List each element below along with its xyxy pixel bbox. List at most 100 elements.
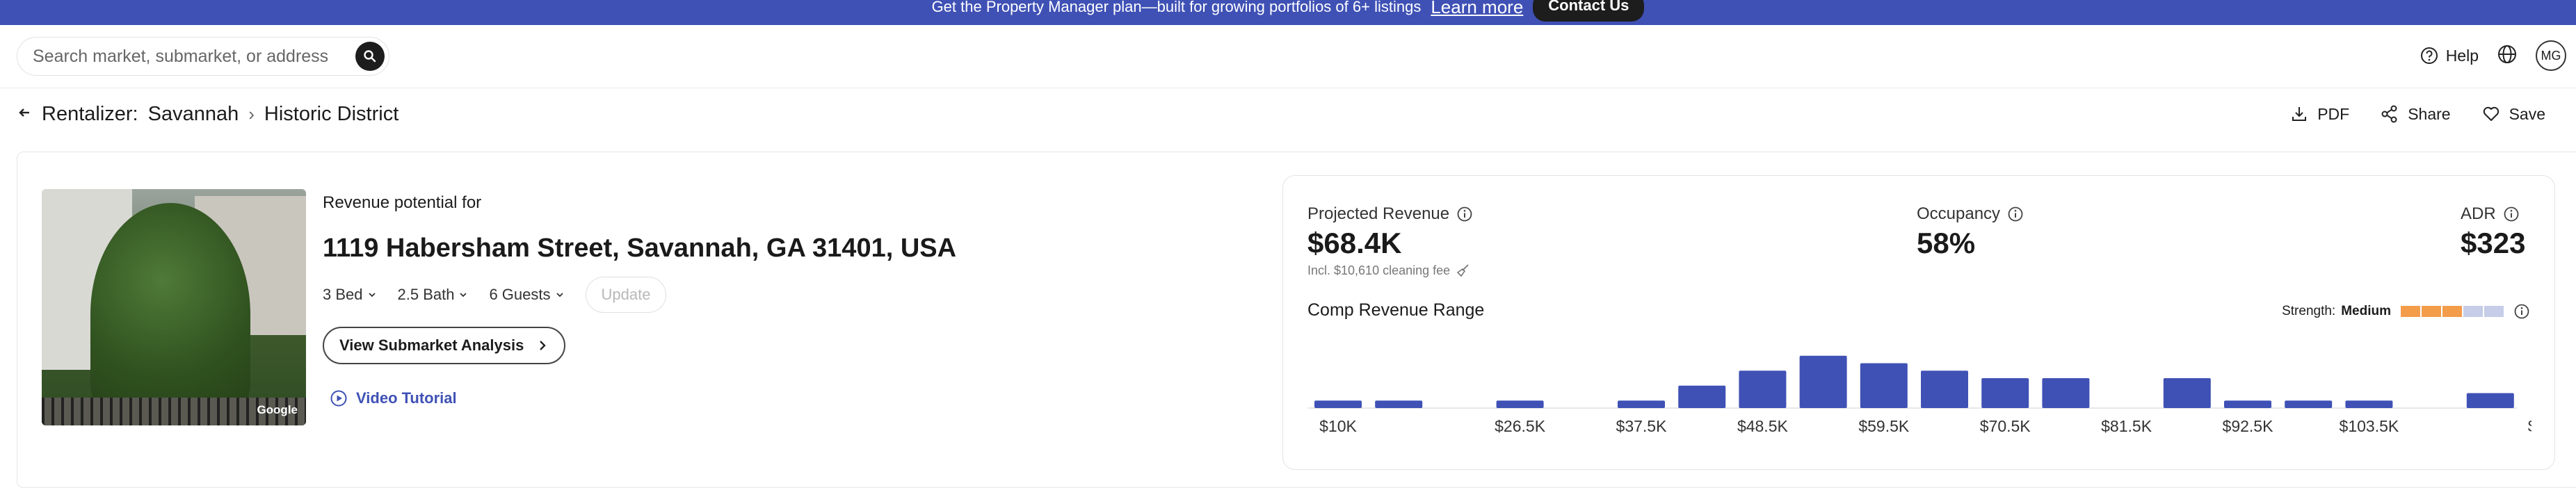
- arrow-left-icon: [19, 108, 29, 117]
- property-address: 1119 Habersham Street, Savannah, GA 3140…: [323, 234, 957, 263]
- update-button[interactable]: Update: [585, 277, 667, 313]
- language-button[interactable]: [2497, 44, 2518, 68]
- user-avatar[interactable]: MG: [2536, 40, 2566, 71]
- chart-bar[interactable]: [2163, 378, 2211, 408]
- chart-tick-label: $120K: [2528, 417, 2531, 435]
- chart-bar[interactable]: [2042, 378, 2090, 408]
- breadcrumb-market[interactable]: Savannah: [148, 103, 239, 126]
- breadcrumb-submarket[interactable]: Historic District: [264, 103, 399, 126]
- back-button[interactable]: [17, 103, 32, 126]
- projected-revenue-text: Projected Revenue: [1307, 204, 1450, 223]
- guests-select[interactable]: 6 Guests: [489, 286, 564, 304]
- video-tutorial-label: Video Tutorial: [356, 389, 457, 407]
- strength-segment: [2484, 306, 2504, 317]
- chart-bar[interactable]: [2285, 400, 2333, 408]
- chart-tick-label: $26.5K: [1495, 417, 1546, 435]
- chart-bar[interactable]: [1375, 400, 1423, 408]
- top-nav: Help MG: [0, 25, 2576, 88]
- chart-tick-label: $81.5K: [2101, 417, 2152, 435]
- chart-tick-label: $103.5K: [2340, 417, 2399, 435]
- strength-segment: [2401, 306, 2420, 317]
- help-button[interactable]: Help: [2420, 46, 2479, 65]
- chart-bar[interactable]: [1618, 400, 1665, 408]
- occupancy-label: Occupancy: [1917, 204, 2024, 224]
- globe-icon: [2498, 44, 2516, 63]
- contact-us-button[interactable]: Contact Us: [1533, 0, 1645, 22]
- chart-tick-label: $10K: [1319, 417, 1357, 435]
- share-label: Share: [2408, 104, 2451, 123]
- nav-right: Help MG: [2420, 40, 2566, 71]
- strength-value: Medium: [2341, 304, 2391, 318]
- comp-revenue-chart: $10K $26.5K $37.5K $48.5K $59.5K $70.5K $81.5K…: [1307, 355, 2531, 435]
- chart-bar[interactable]: [2224, 400, 2271, 408]
- pdf-label: PDF: [2317, 104, 2350, 123]
- adr-value: $323: [2461, 227, 2526, 259]
- learn-more-link[interactable]: Learn more: [1431, 0, 1523, 18]
- breadcrumb-root: Rentalizer:: [42, 103, 138, 125]
- breadcrumb-chevron-icon: ›: [248, 104, 255, 124]
- chart-bar[interactable]: [2466, 393, 2514, 409]
- save-label: Save: [2509, 104, 2545, 123]
- chart-tick-label: $37.5K: [1616, 417, 1668, 435]
- info-icon[interactable]: [2503, 206, 2520, 222]
- google-logo: Google: [257, 403, 298, 416]
- share-icon: [2381, 105, 2397, 123]
- chart-bar[interactable]: [1678, 385, 1726, 408]
- help-label: Help: [2445, 46, 2479, 65]
- adr-label: ADR: [2461, 204, 2520, 224]
- strength-segment: [2442, 306, 2462, 317]
- chart-bar[interactable]: [1739, 371, 1787, 408]
- chart-bar[interactable]: [1496, 400, 1544, 408]
- pdf-button[interactable]: PDF: [2289, 104, 2349, 124]
- property-selectors: 3 Bed 2.5 Bath 6 Guests Update: [323, 277, 667, 313]
- strength-segment: [2463, 306, 2483, 317]
- info-icon[interactable]: [2007, 206, 2024, 222]
- chart-bar[interactable]: [1981, 378, 2029, 408]
- guests-value: 6 Guests: [489, 286, 551, 303]
- beds-value: 3 Bed: [323, 286, 363, 303]
- broom-icon: [1456, 264, 1469, 277]
- chevron-right-icon: [540, 341, 547, 350]
- play-circle-icon: [330, 390, 347, 407]
- cleaning-fee-note: Incl. $10,610 cleaning fee: [1307, 263, 1471, 278]
- chart-tick-label: $92.5K: [2223, 417, 2274, 435]
- beds-select[interactable]: 3 Bed: [323, 286, 377, 304]
- strength-label: Strength:: [2282, 304, 2336, 318]
- view-submarket-button[interactable]: View Submarket Analysis: [323, 327, 566, 364]
- breadcrumb: Rentalizer: Savannah › Historic District: [17, 103, 399, 126]
- comp-revenue-title: Comp Revenue Range: [1307, 300, 1485, 320]
- strength-meter: [2401, 306, 2504, 317]
- search-bar: [17, 37, 389, 76]
- photo-tree: [90, 203, 250, 425]
- view-submarket-label: View Submarket Analysis: [339, 336, 524, 354]
- chart-bar[interactable]: [1314, 400, 1362, 408]
- search-button[interactable]: [355, 42, 385, 71]
- occupancy-text: Occupancy: [1917, 204, 2001, 223]
- info-icon[interactable]: [2513, 303, 2530, 320]
- chevron-down-icon: [368, 293, 376, 298]
- cleaning-fee-text: Incl. $10,610 cleaning fee: [1307, 263, 1451, 277]
- comp-strength: Strength: Medium: [2282, 303, 2530, 320]
- save-button[interactable]: Save: [2481, 104, 2545, 124]
- share-button[interactable]: Share: [2380, 104, 2451, 124]
- search-input[interactable]: [31, 45, 347, 67]
- video-tutorial-link[interactable]: Video Tutorial: [330, 389, 457, 407]
- adr-text: ADR: [2461, 204, 2496, 223]
- chevron-down-icon: [460, 293, 467, 298]
- chart-bar[interactable]: [1799, 355, 1847, 408]
- info-icon[interactable]: [1456, 206, 1473, 222]
- baths-select[interactable]: 2.5 Bath: [398, 286, 469, 304]
- download-icon: [2292, 107, 2307, 121]
- chart-bar[interactable]: [1921, 371, 1968, 408]
- chevron-down-icon: [556, 293, 563, 298]
- chart-bar[interactable]: [1860, 363, 1908, 409]
- page-actions: PDF Share Save: [2289, 104, 2545, 124]
- projected-revenue-label: Projected Revenue: [1307, 204, 1473, 224]
- help-circle-icon: [2420, 47, 2438, 64]
- projected-revenue-value: $68.4K: [1307, 227, 1402, 259]
- occupancy-value: 58%: [1917, 227, 1976, 259]
- promo-banner: Get the Property Manager plan—built for …: [0, 0, 2576, 25]
- chart-tick-label: $70.5K: [1980, 417, 2031, 435]
- chart-bar[interactable]: [2345, 400, 2393, 408]
- chart-tick-label: $59.5K: [1858, 417, 1910, 435]
